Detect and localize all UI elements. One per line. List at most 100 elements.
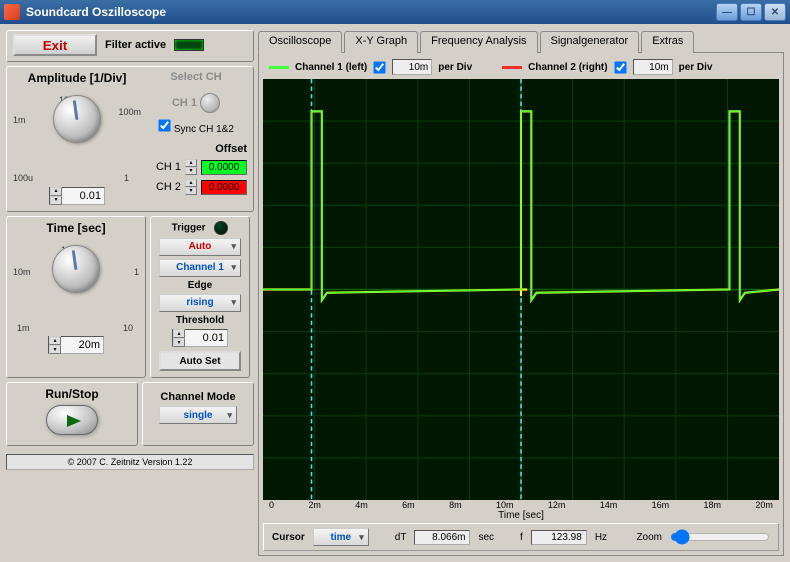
xtick: 18m <box>704 500 722 510</box>
sync-label: Sync CH 1&2 <box>174 124 234 135</box>
thr-down[interactable]: ▾ <box>173 338 185 347</box>
runstop-button[interactable] <box>46 405 98 435</box>
minimize-button[interactable]: — <box>716 3 738 21</box>
dT-unit: sec <box>478 532 494 543</box>
f-label: f <box>520 532 523 543</box>
app-icon <box>4 4 20 20</box>
amplitude-value-field[interactable]: ▴ ▾ <box>49 187 105 205</box>
trigger-led-icon <box>214 221 228 235</box>
runstop-panel: Run/Stop <box>6 382 138 446</box>
ch1-color-icon <box>269 66 289 69</box>
xtick: 0 <box>269 500 274 510</box>
ch1-enable-checkbox[interactable] <box>374 61 386 73</box>
f-unit: Hz <box>595 532 607 543</box>
offset-ch1-label: CH 1 <box>156 161 181 173</box>
exit-button[interactable]: Exit <box>13 34 97 56</box>
offset-ch1-value[interactable]: 0.0000 <box>201 160 247 175</box>
time-tick-1: 1 <box>134 267 139 277</box>
perdiv-unit-1: per Div <box>438 62 472 73</box>
x-axis-label: Time [sec] <box>263 510 779 521</box>
xtick: 2m <box>308 500 321 510</box>
close-button[interactable]: ✕ <box>764 3 786 21</box>
amp-tick-1m: 1m <box>13 115 26 125</box>
perdiv-unit-2: per Div <box>679 62 713 73</box>
xtick: 10m <box>496 500 514 510</box>
time-dial-area: 1m 10m 100m 1 10 <box>13 245 139 333</box>
time-panel: Time [sec] 1m 10m 100m 1 10 ▴ ▾ <box>6 216 146 379</box>
channel-mode-panel: Channel Mode single <box>142 382 254 446</box>
footer-version: © 2007 C. Zeitnitz Version 1.22 <box>6 454 254 470</box>
select-ch-label: Select CH <box>145 71 247 83</box>
offset1-up[interactable]: ▴ <box>185 159 197 167</box>
time-tick-1m: 1m <box>17 323 30 333</box>
ch1-perdiv-input[interactable] <box>392 59 432 75</box>
trigger-source-dropdown[interactable]: Channel 1 <box>159 259 241 277</box>
cursor-bar: Cursor time dT 8.066m sec f 123.98 Hz Zo… <box>263 523 779 551</box>
select-ch1-led[interactable] <box>200 93 220 113</box>
zoom-slider[interactable] <box>670 529 770 545</box>
xtick: 8m <box>449 500 462 510</box>
time-title: Time [sec] <box>13 221 139 235</box>
amp-tick-100m: 100m <box>118 107 141 117</box>
amp-step-down[interactable]: ▾ <box>50 196 62 205</box>
cursor-label: Cursor <box>272 532 305 543</box>
xtick: 6m <box>402 500 415 510</box>
amp-tick-100u: 100u <box>13 173 33 183</box>
filter-led-icon <box>174 39 204 51</box>
auto-set-button[interactable]: Auto Set <box>159 351 241 371</box>
maximize-button[interactable]: ☐ <box>740 3 762 21</box>
sync-checkbox[interactable] <box>158 119 170 131</box>
thr-up[interactable]: ▴ <box>173 329 185 338</box>
time-step-up[interactable]: ▴ <box>49 336 61 345</box>
offset-ch2-value[interactable]: 0.0000 <box>201 180 247 195</box>
channel-mode-label: Channel Mode <box>149 391 247 403</box>
oscilloscope-panel: Channel 1 (left) per Div Channel 2 (righ… <box>258 52 784 556</box>
trigger-title: Trigger <box>172 222 206 233</box>
xtick: 16m <box>652 500 670 510</box>
channel-header: Channel 1 (left) per Div Channel 2 (righ… <box>263 57 779 77</box>
top-control-bar: Exit Filter active <box>6 30 254 62</box>
tab-signalgenerator[interactable]: Signalgenerator <box>540 31 640 53</box>
tab-extras[interactable]: Extras <box>641 31 694 53</box>
amplitude-knob[interactable] <box>53 95 101 143</box>
amp-tick-1: 1 <box>124 173 129 183</box>
scope-display[interactable] <box>263 79 779 500</box>
ch2-perdiv-input[interactable] <box>633 59 673 75</box>
time-tick-10: 10 <box>123 323 133 333</box>
dT-label: dT <box>395 532 407 543</box>
offset2-up[interactable]: ▴ <box>185 179 197 187</box>
offset1-down[interactable]: ▾ <box>185 167 197 175</box>
threshold-field[interactable]: ▴ ▾ <box>172 329 228 347</box>
amplitude-input[interactable] <box>62 188 104 204</box>
ch2-color-icon <box>502 66 522 69</box>
scope-svg <box>263 79 779 500</box>
zoom-label: Zoom <box>636 532 662 543</box>
trigger-threshold-label: Threshold <box>157 315 243 326</box>
tab-oscilloscope[interactable]: Oscilloscope <box>258 31 342 53</box>
amp-step-up[interactable]: ▴ <box>50 187 62 196</box>
channel-mode-dropdown[interactable]: single <box>159 406 237 424</box>
trigger-mode-dropdown[interactable]: Auto <box>159 238 241 256</box>
offset-ch2-label: CH 2 <box>156 181 181 193</box>
offset-label: Offset <box>145 143 247 155</box>
ch2-enable-checkbox[interactable] <box>614 61 626 73</box>
cursor-mode-dropdown[interactable]: time <box>313 528 369 546</box>
offset2-down[interactable]: ▾ <box>185 187 197 195</box>
threshold-input[interactable] <box>185 330 227 346</box>
tab-bar: Oscilloscope X-Y Graph Frequency Analysi… <box>258 30 784 52</box>
time-input[interactable] <box>61 337 103 353</box>
xtick: 12m <box>548 500 566 510</box>
time-step-down[interactable]: ▾ <box>49 345 61 354</box>
tab-frequency-analysis[interactable]: Frequency Analysis <box>420 31 537 53</box>
trigger-edge-dropdown[interactable]: rising <box>159 294 241 312</box>
tab-xy-graph[interactable]: X-Y Graph <box>344 31 418 53</box>
time-value-field[interactable]: ▴ ▾ <box>48 336 104 354</box>
xtick: 20m <box>755 500 773 510</box>
time-knob[interactable] <box>52 245 100 293</box>
amplitude-panel: Amplitude [1/Div] 100u 1m 10m 100m 1 ▴ ▾ <box>6 66 254 212</box>
trigger-panel: Trigger Auto Channel 1 Edge rising Thres… <box>150 216 250 379</box>
ch2-label: Channel 2 (right) <box>528 62 607 73</box>
ch1-label: CH 1 <box>172 97 197 109</box>
time-tick-10m: 10m <box>13 267 31 277</box>
f-value: 123.98 <box>531 530 587 545</box>
